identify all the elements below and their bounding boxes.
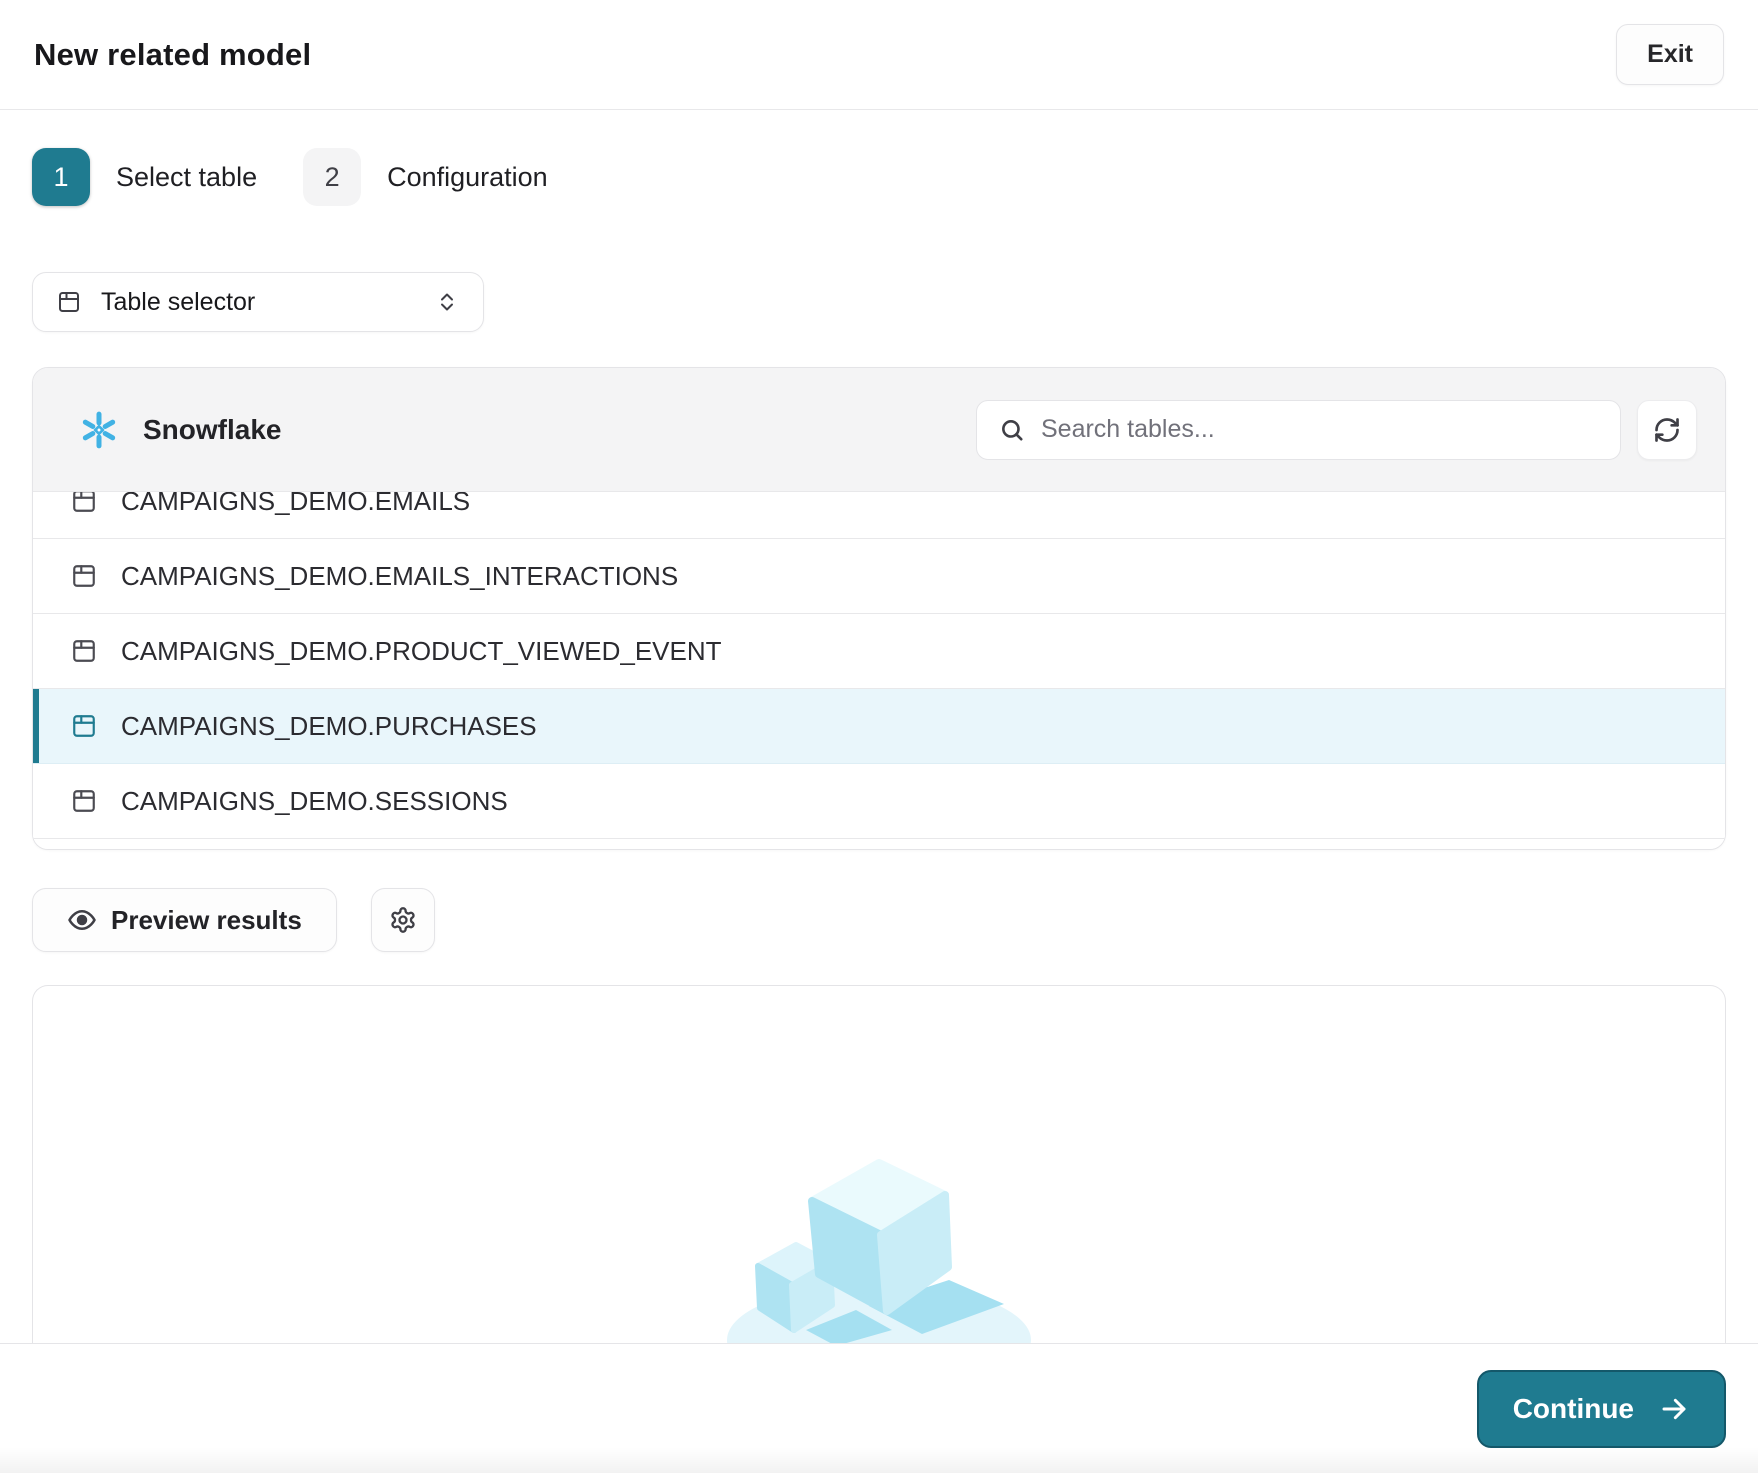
exit-button[interactable]: Exit (1616, 24, 1724, 85)
table-list: CAMPAIGNS_DEMO.EMAILS CAMPAIGNS_DEMO.EMA… (33, 492, 1725, 849)
actions-row: Preview results (32, 888, 1726, 952)
table-icon (71, 713, 97, 739)
table-icon (71, 563, 97, 589)
search-tables-input[interactable] (1041, 415, 1598, 444)
snowflake-source-panel: Snowflake (32, 367, 1726, 850)
table-row[interactable]: CAMPAIGNS_DEMO.EMAILS_INTERACTIONS (33, 539, 1725, 614)
refresh-tables-button[interactable] (1637, 400, 1697, 460)
step-1-label: Select table (116, 162, 257, 193)
snowflake-logo (79, 410, 119, 450)
table-row-label: CAMPAIGNS_DEMO.PURCHASES (121, 711, 537, 742)
table-row[interactable]: CAMPAIGNS_DEMO.SESSIONS (33, 764, 1725, 839)
source-panel-header: Snowflake (33, 368, 1725, 492)
step-select-table[interactable]: 1 Select table (32, 148, 257, 206)
preview-results-label: Preview results (111, 905, 302, 936)
step-indicator: 1 Select table 2 Configuration (32, 148, 1726, 206)
gear-icon (389, 906, 417, 934)
arrow-right-icon (1658, 1393, 1690, 1425)
step-2-badge: 2 (303, 148, 361, 206)
refresh-icon (1653, 416, 1681, 444)
table-row-label: CAMPAIGNS_DEMO.EMAILS_INTERACTIONS (121, 561, 678, 592)
search-icon (999, 417, 1025, 443)
exit-button-label: Exit (1647, 40, 1693, 69)
preview-results-button[interactable]: Preview results (32, 888, 337, 952)
table-row-label: CAMPAIGNS_DEMO.EMAILS (121, 492, 470, 517)
continue-button[interactable]: Continue (1477, 1370, 1726, 1448)
ice-cubes-illustration (714, 1144, 1044, 1343)
table-icon (71, 638, 97, 664)
table-row-label: CAMPAIGNS_DEMO.PRODUCT_VIEWED_EVENT (121, 636, 722, 667)
continue-button-label: Continue (1513, 1393, 1634, 1425)
topbar: New related model Exit (0, 0, 1758, 110)
chevron-up-down-icon (435, 290, 459, 314)
table-selector-dropdown[interactable]: Table selector (32, 272, 484, 332)
table-selector-label: Table selector (101, 288, 255, 317)
table-row[interactable]: CAMPAIGNS_DEMO.PRODUCT_VIEWED_EVENT (33, 614, 1725, 689)
step-configuration[interactable]: 2 Configuration (303, 148, 548, 206)
settings-button[interactable] (371, 888, 435, 952)
table-row[interactable]: CAMPAIGNS_DEMO.PURCHASES (33, 689, 1725, 764)
table-icon (57, 290, 81, 314)
main-content: 1 Select table 2 Configuration Table sel… (0, 110, 1758, 1343)
table-row[interactable]: CAMPAIGNS_DEMO.EMAILS (33, 492, 1725, 539)
source-name: Snowflake (143, 414, 281, 446)
table-icon (71, 788, 97, 814)
step-1-badge: 1 (32, 148, 90, 206)
preview-results-panel (32, 985, 1726, 1343)
footer-bar: Continue (0, 1343, 1758, 1473)
eye-icon (67, 905, 97, 935)
search-tables-box[interactable] (976, 400, 1621, 460)
page-title: New related model (34, 37, 311, 73)
table-icon (71, 492, 97, 514)
step-2-label: Configuration (387, 162, 548, 193)
table-row-label: CAMPAIGNS_DEMO.SESSIONS (121, 786, 508, 817)
